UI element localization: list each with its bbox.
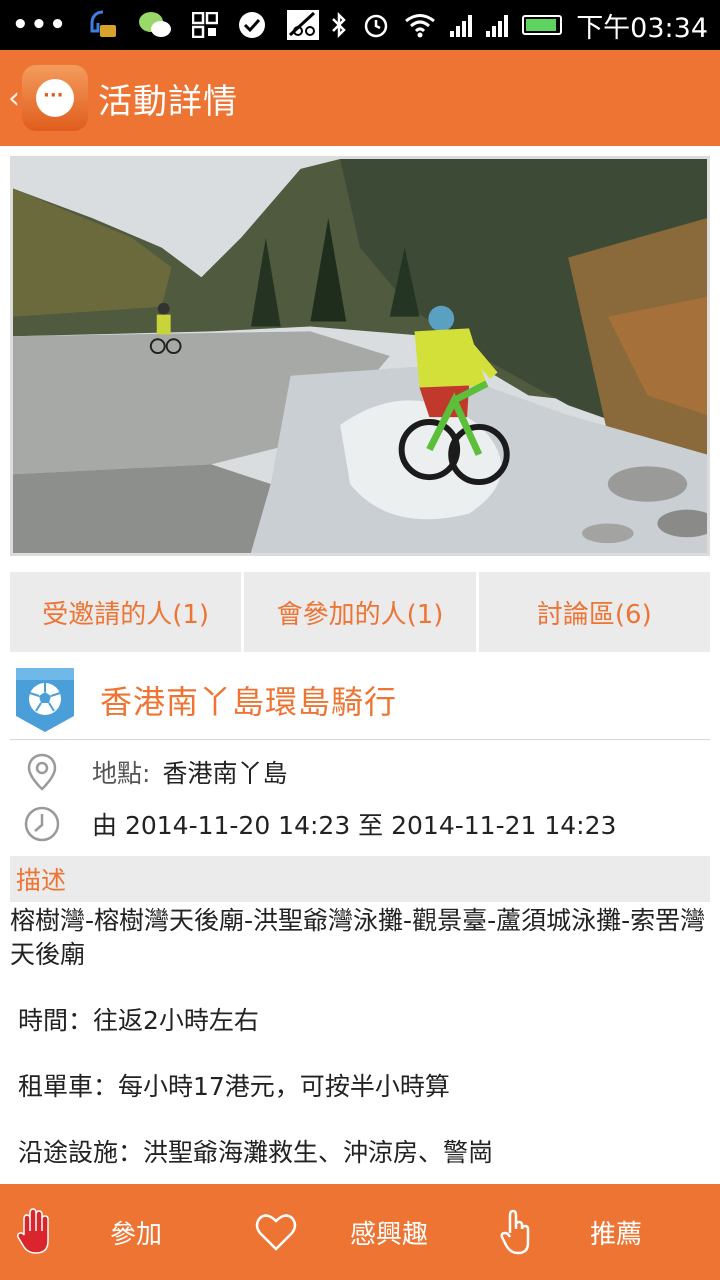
event-tabs: 受邀請的人(1) 會參加的人(1) 討論區(6) [10, 572, 710, 652]
pointing-hand-icon [500, 1209, 530, 1255]
app-logo-chat-icon[interactable] [22, 65, 88, 131]
raised-hand-icon [17, 1208, 49, 1254]
qr-app-icon [191, 12, 218, 38]
description-body: 榕樹灣-榕樹灣天後廟-洪聖爺灣泳攤-觀景臺-蘆須城泳攤-索罟灣天後廟 時間：往返… [10, 904, 710, 1202]
bluetooth-icon [332, 11, 346, 39]
interested-label: 感興趣 [350, 1219, 429, 1250]
description-header: 描述 [10, 856, 710, 902]
clock-icon [24, 806, 60, 842]
status-bar-notifications: ••• [12, 9, 320, 41]
signal-icon [486, 13, 509, 37]
description-bike-rental: 租單車：每小時17港元，可按半小時算 [18, 1072, 450, 1101]
overflow-dots-icon: ••• [12, 10, 68, 40]
status-time: 下午03:34 [576, 12, 708, 44]
wechat-icon [138, 12, 171, 37]
battery-icon [522, 15, 563, 35]
location-row: 地點: 香港南丫島 [10, 746, 710, 798]
heart-icon [255, 1214, 297, 1251]
soccer-ball-badge-icon [16, 667, 74, 732]
recommend-button[interactable]: 推薦 [480, 1184, 720, 1280]
event-header: 香港南丫島環島騎行 [10, 660, 710, 740]
join-button[interactable]: 參加 [0, 1184, 240, 1280]
photo-mountain-bikers-crossing-river [13, 159, 707, 553]
signal-icon [450, 13, 473, 37]
event-cover-image [10, 156, 710, 556]
location-pin-icon [27, 753, 57, 791]
status-bar-system: 下午03:34 [330, 6, 708, 45]
location-value: 香港南丫島 [162, 759, 288, 788]
event-time: 由 2014-11-20 14:23 至 2014-11-21 14:23 [92, 811, 617, 840]
app-bar: ‹ 活動詳情 [0, 50, 720, 146]
alarm-icon [364, 14, 388, 38]
page-title: 活動詳情 [98, 81, 238, 122]
wifi-icon [405, 14, 436, 38]
recommend-label: 推薦 [590, 1219, 643, 1250]
tab-discussion[interactable]: 討論區(6) [478, 572, 710, 652]
description-route: 榕樹灣-榕樹灣天後廟-洪聖爺灣泳攤-觀景臺-蘆須城泳攤-索罟灣天後廟 [10, 906, 706, 969]
location-label: 地點: [92, 759, 151, 788]
chat-bubble-icon [90, 10, 116, 37]
description-facilities: 沿途設施：洪聖爺海灘救生、沖涼房、警崗 [18, 1138, 494, 1167]
bike-app-icon [286, 10, 319, 40]
join-label: 參加 [110, 1219, 163, 1250]
description-duration: 時間：往返2小時左右 [18, 1006, 259, 1035]
bottom-action-bar: 參加 感興趣 推薦 [0, 1184, 720, 1280]
tab-invited-people[interactable]: 受邀請的人(1) [10, 572, 242, 652]
interested-button[interactable]: 感興趣 [240, 1184, 480, 1280]
tab-attending-people[interactable]: 會參加的人(1) [244, 572, 476, 652]
status-bar: ••• 下午03:34 [0, 0, 720, 50]
time-row: 由 2014-11-20 14:23 至 2014-11-21 14:23 [10, 798, 710, 850]
back-chevron-icon[interactable]: ‹ [8, 81, 20, 116]
checkmark-icon [238, 12, 265, 38]
event-title: 香港南丫島環島騎行 [100, 682, 398, 721]
